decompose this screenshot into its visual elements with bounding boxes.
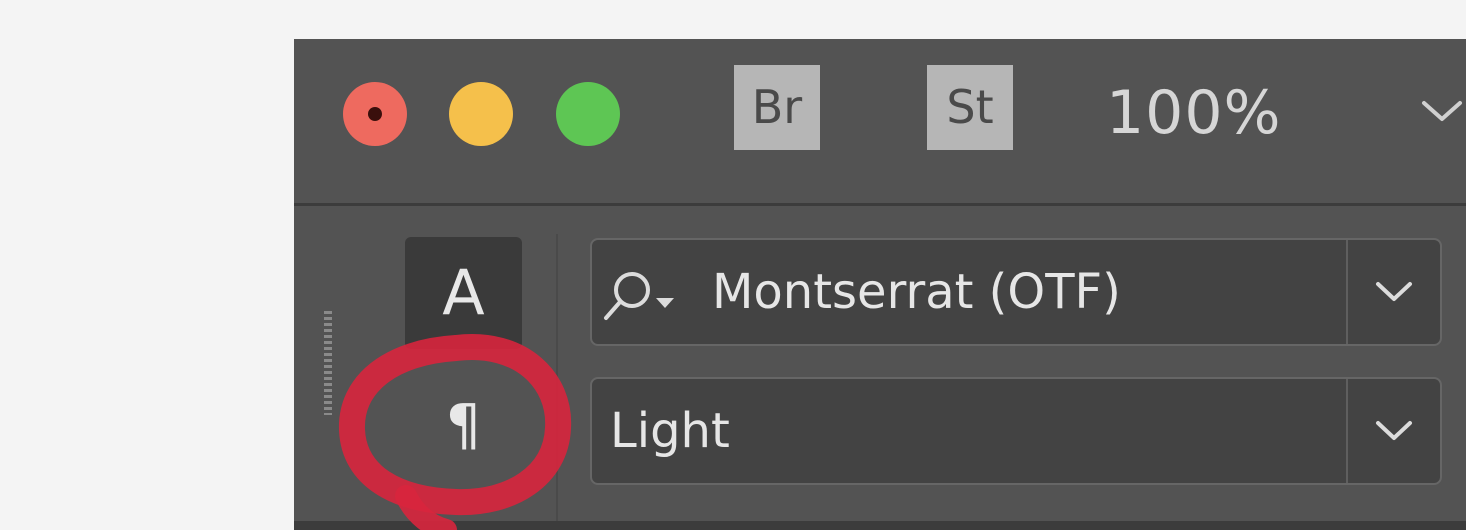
tab-paragraph[interactable]: ¶ xyxy=(405,376,522,476)
close-icon xyxy=(368,107,382,121)
zoom-level[interactable]: 100% xyxy=(1106,77,1282,149)
chevron-down-icon[interactable] xyxy=(1418,91,1466,131)
app-window: Br St 100% A ¶ Montserrat (OTF) Light xyxy=(294,39,1466,530)
chevron-down-icon[interactable] xyxy=(1370,274,1418,310)
panel-divider xyxy=(556,234,558,530)
search-icon[interactable] xyxy=(600,268,690,324)
character-panel: A ¶ Montserrat (OTF) Light xyxy=(294,206,1466,530)
dropdown-divider xyxy=(1346,240,1348,344)
font-family-dropdown[interactable]: Montserrat (OTF) xyxy=(590,238,1442,346)
panel-bottom-edge xyxy=(294,521,1466,530)
font-style-dropdown[interactable]: Light xyxy=(590,377,1442,485)
chevron-down-icon[interactable] xyxy=(1370,413,1418,449)
stock-app-button[interactable]: St xyxy=(927,65,1013,150)
window-maximize-button[interactable] xyxy=(556,82,620,146)
title-bar: Br St 100% xyxy=(294,39,1466,206)
dropdown-divider xyxy=(1346,379,1348,483)
panel-grip-handle[interactable] xyxy=(324,311,332,415)
font-style-value[interactable]: Light xyxy=(610,379,730,483)
window-minimize-button[interactable] xyxy=(449,82,513,146)
tab-character[interactable]: A xyxy=(405,237,522,349)
bridge-app-button[interactable]: Br xyxy=(734,65,820,150)
font-family-value[interactable]: Montserrat (OTF) xyxy=(712,240,1121,344)
window-close-button[interactable] xyxy=(343,82,407,146)
